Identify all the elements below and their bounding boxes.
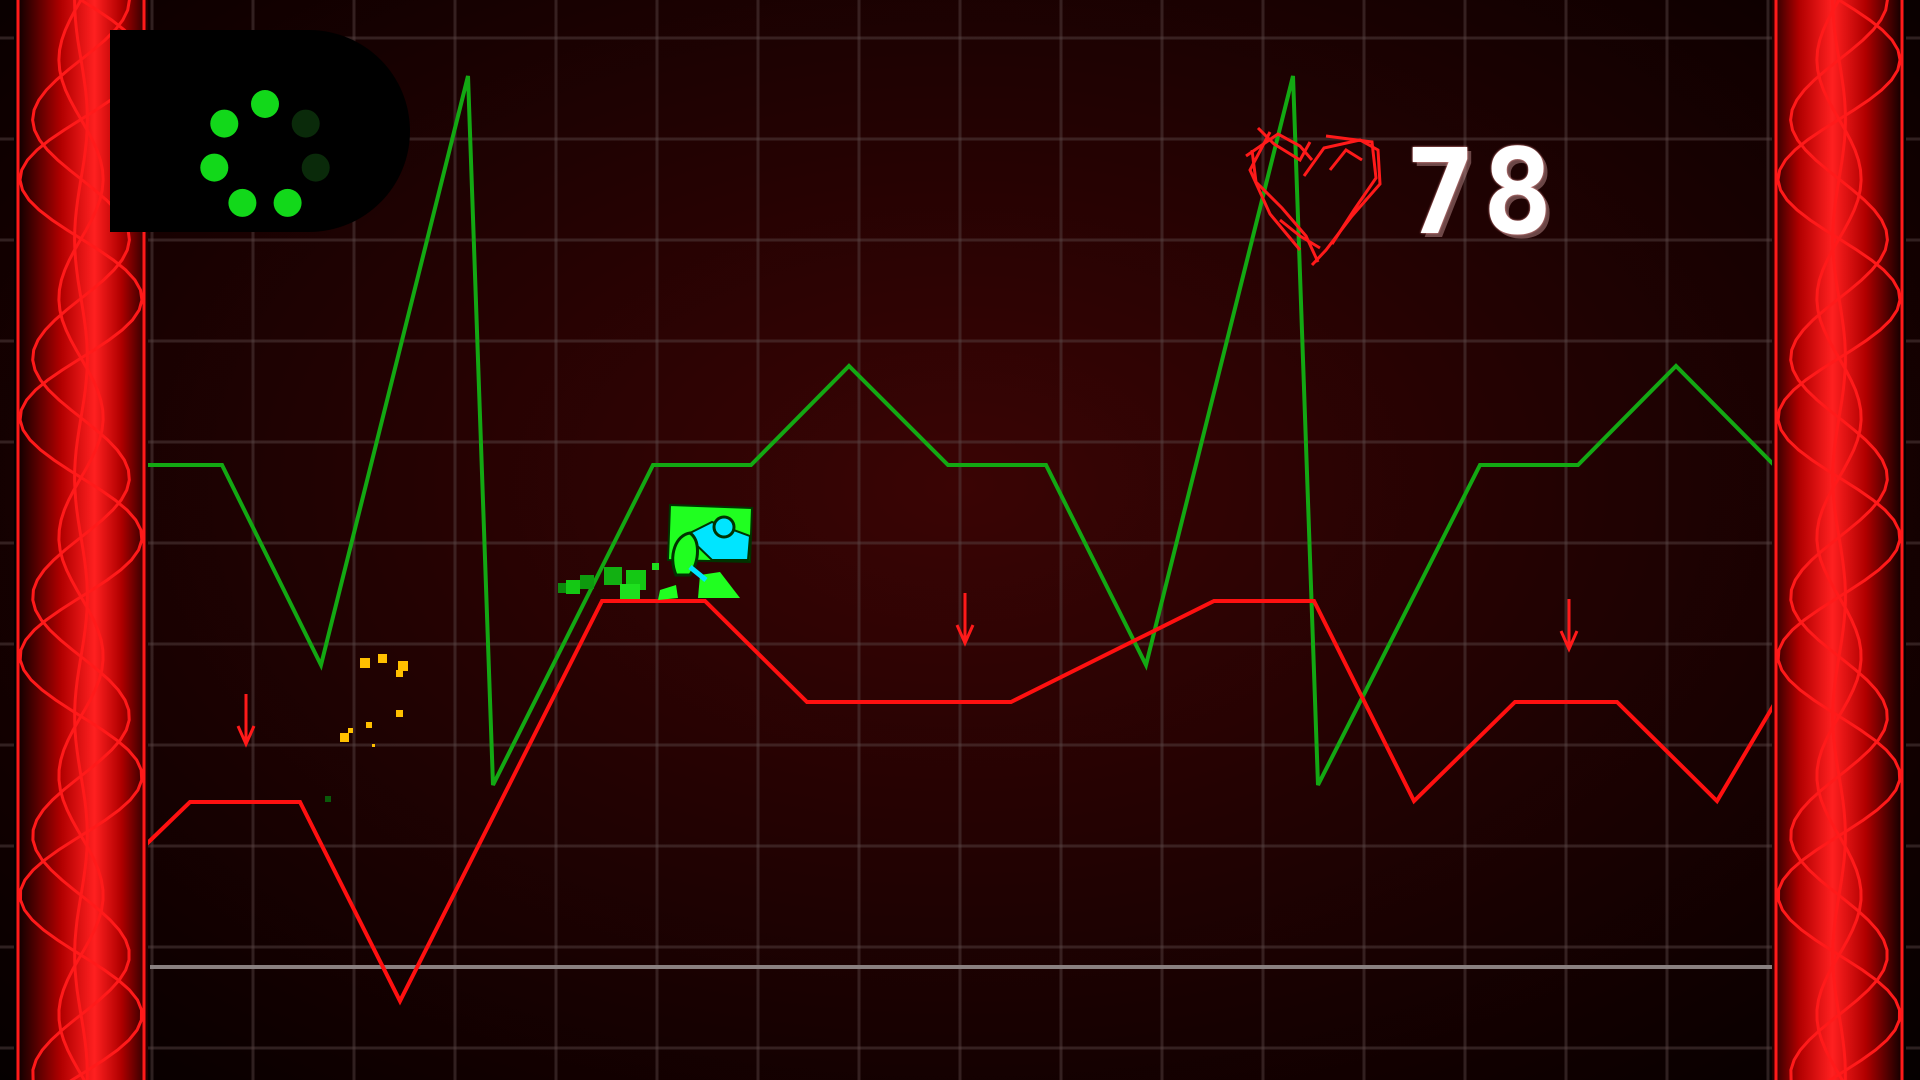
progress-indicator — [110, 30, 410, 232]
progress-dot-empty — [301, 153, 330, 182]
down-arrow-spike-icon — [1559, 599, 1579, 653]
spark-particles — [340, 654, 408, 747]
progress-dot-filled — [210, 109, 239, 138]
progress-dot-empty — [291, 109, 320, 138]
progress-dot-filled — [273, 188, 302, 217]
spark-particle — [325, 796, 331, 802]
cube-player-icon[interactable] — [658, 503, 754, 600]
progress-dot-filled — [228, 188, 257, 217]
progress-dot-filled — [200, 153, 229, 182]
game-stage[interactable]: 78 — [0, 0, 1920, 1080]
heart-outline-icon — [1245, 126, 1382, 267]
score-counter: 78 — [1405, 123, 1560, 261]
progress-dot-filled — [251, 90, 279, 118]
right-wall — [1772, 0, 1906, 1080]
progress-dots — [200, 90, 330, 217]
player-trail — [558, 563, 659, 599]
